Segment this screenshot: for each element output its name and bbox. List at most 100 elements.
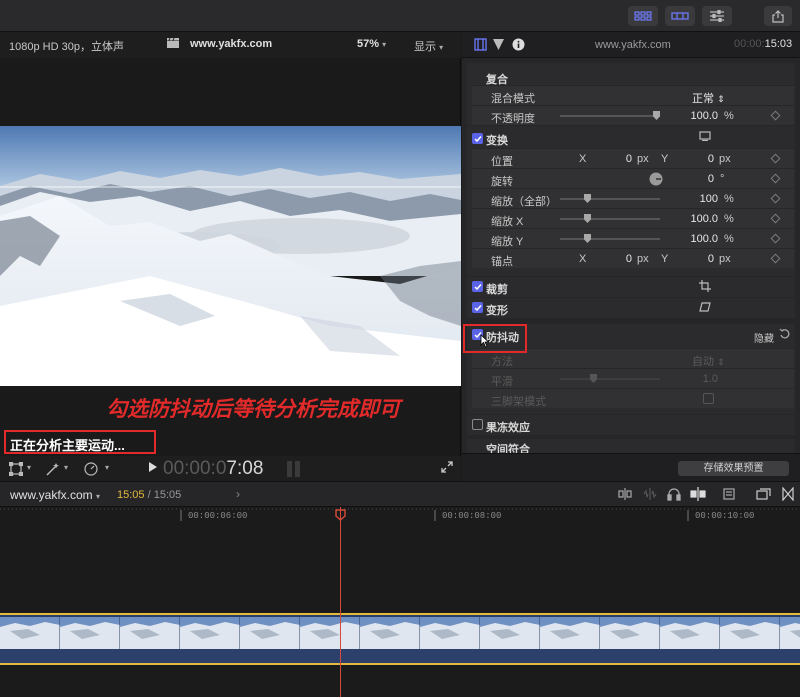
opacity-slider-thumb[interactable] xyxy=(653,111,660,120)
chevron-down-icon[interactable]: ▾ xyxy=(64,463,68,472)
inspector-toggle-button[interactable] xyxy=(702,6,732,26)
anchor-label: 锚点 xyxy=(491,256,513,268)
rotation-label: 旋转 xyxy=(491,176,513,188)
timeline-toggle-button[interactable] xyxy=(665,6,695,26)
browser-toggle-button[interactable] xyxy=(628,6,658,26)
rolling-shutter-checkbox[interactable] xyxy=(472,419,483,430)
grid-icon xyxy=(634,11,652,21)
clip-skimming-icon[interactable] xyxy=(722,487,736,504)
keyframe-diamond-icon[interactable] xyxy=(770,233,781,244)
scale-x-value[interactable]: 100.0 xyxy=(684,213,718,225)
play-icon[interactable] xyxy=(148,461,158,476)
transform-checkbox[interactable] xyxy=(472,133,483,144)
timeline-time-current: 15:05 xyxy=(117,489,145,501)
hide-button[interactable]: 隐藏 xyxy=(754,330,774,345)
distort-onscreen-icon[interactable] xyxy=(699,302,711,315)
rotation-value[interactable]: 0 xyxy=(704,173,714,185)
timeline-project-menu[interactable]: www.yakfx.com ▾ xyxy=(10,488,100,502)
stab-smooth-slider[interactable] xyxy=(560,378,660,380)
opacity-slider[interactable] xyxy=(560,115,660,117)
keyframe-diamond-icon[interactable] xyxy=(770,110,781,121)
chevron-down-icon[interactable]: ▾ xyxy=(105,463,109,472)
timeline-body[interactable] xyxy=(0,525,800,697)
display-label: 显示 xyxy=(414,41,436,53)
viewer-timecode[interactable]: 00:00:07:08 xyxy=(163,458,263,480)
scale-y-slider[interactable] xyxy=(560,238,660,240)
rotation-dial-icon[interactable] xyxy=(649,172,663,189)
anchor-x-value[interactable]: 0 xyxy=(622,253,632,265)
transform-onscreen-icon[interactable] xyxy=(699,131,711,144)
chevron-down-icon: ▾ xyxy=(439,43,444,52)
video-clip-filmstrip[interactable] xyxy=(0,613,800,665)
filmstrip-thumbnails xyxy=(0,613,800,665)
clip-thumbnail xyxy=(0,617,61,649)
speed-gauge-icon[interactable] xyxy=(83,462,99,479)
opacity-row: 不透明度 100.0 % xyxy=(472,105,794,125)
clip-thumbnail xyxy=(240,617,301,649)
timeline-ruler[interactable]: 00:00:06:00 00:00:08:00 00:00:10:00 xyxy=(0,507,800,525)
distort-checkbox[interactable] xyxy=(472,302,483,313)
blend-mode-select[interactable]: 正常 ⇕ xyxy=(692,90,725,106)
scale-all-row: 缩放（全部） 100 % xyxy=(472,188,794,208)
position-x-value[interactable]: 0 xyxy=(622,153,632,165)
blend-mode-value: 正常 xyxy=(692,93,714,105)
save-effects-preset-button[interactable]: 存储效果预置 xyxy=(678,461,789,476)
video-frame[interactable] xyxy=(0,126,461,386)
timeline-time-total: 15:05 xyxy=(153,489,182,501)
reset-icon[interactable] xyxy=(779,328,790,342)
scale-y-slider-thumb[interactable] xyxy=(584,234,591,243)
display-menu[interactable]: 显示 ▾ xyxy=(414,38,443,54)
share-button[interactable] xyxy=(764,6,792,26)
audio-skimming-icon[interactable] xyxy=(642,487,658,504)
fullscreen-icon[interactable] xyxy=(441,461,453,476)
opacity-value[interactable]: 100.0 xyxy=(684,110,718,122)
opacity-label: 不透明度 xyxy=(491,113,535,125)
stab-method-select[interactable]: 自动 ⇕ xyxy=(692,353,725,369)
keyframe-diamond-icon[interactable] xyxy=(770,253,781,264)
info-icon[interactable] xyxy=(512,38,525,54)
composite-section: 复合 混合模式 正常 ⇕ 不透明度 100.0 % xyxy=(467,63,795,125)
timeline-duration: 15:05 / 15:05 xyxy=(117,489,181,501)
clip-thumbnail xyxy=(480,617,541,649)
scale-x-slider[interactable] xyxy=(560,218,660,220)
effects-browser-icon[interactable] xyxy=(782,486,794,504)
scale-y-value[interactable]: 100.0 xyxy=(684,233,718,245)
snapping-icon[interactable] xyxy=(690,487,706,504)
headphones-icon[interactable] xyxy=(667,487,681,504)
anchor-x-label: X xyxy=(579,253,587,265)
scale-all-label: 缩放（全部） xyxy=(491,196,557,208)
crop-checkbox[interactable] xyxy=(472,281,483,292)
chevron-down-icon[interactable]: ▾ xyxy=(27,463,31,472)
magic-wand-icon[interactable] xyxy=(45,462,61,479)
crop-onscreen-icon[interactable] xyxy=(699,280,711,295)
anchor-x-unit: px xyxy=(637,253,649,265)
scale-all-slider[interactable] xyxy=(560,198,660,200)
zoom-menu[interactable]: 57% ▾ xyxy=(357,38,386,50)
keyframe-diamond-icon[interactable] xyxy=(770,173,781,184)
viewer-panel: 1080p HD 30p，立体声 www.yakfx.com 57% ▾ 显示 … xyxy=(0,32,461,481)
chevron-right-icon[interactable]: › xyxy=(236,487,240,501)
keyframe-diamond-icon[interactable] xyxy=(770,193,781,204)
anchor-y-unit: px xyxy=(719,253,731,265)
scale-all-value[interactable]: 100 xyxy=(690,193,718,205)
scale-x-slider-thumb[interactable] xyxy=(584,214,591,223)
timeline-index-icon[interactable] xyxy=(756,487,772,504)
keyframe-diamond-icon[interactable] xyxy=(770,153,781,164)
rolling-shutter-title: 果冻效应 xyxy=(486,422,530,434)
stab-smooth-slider-thumb[interactable] xyxy=(590,374,597,383)
rotation-unit: ° xyxy=(720,173,725,185)
playhead[interactable] xyxy=(340,507,341,697)
position-y-value[interactable]: 0 xyxy=(704,153,714,165)
distort-section: 变形 xyxy=(467,298,795,318)
clip-thumbnail xyxy=(540,617,601,649)
clip-appearance-icon[interactable] xyxy=(617,487,633,504)
distort-title: 变形 xyxy=(486,305,508,317)
stab-smooth-value[interactable]: 1.0 xyxy=(696,373,718,385)
video-inspector-icon[interactable] xyxy=(474,38,487,54)
transform-tool-icon[interactable] xyxy=(8,461,24,479)
filter-triangle-icon[interactable] xyxy=(492,38,505,54)
keyframe-diamond-icon[interactable] xyxy=(770,213,781,224)
scale-all-slider-thumb[interactable] xyxy=(584,194,591,203)
tripod-checkbox[interactable] xyxy=(703,393,714,404)
anchor-y-value[interactable]: 0 xyxy=(704,253,714,265)
